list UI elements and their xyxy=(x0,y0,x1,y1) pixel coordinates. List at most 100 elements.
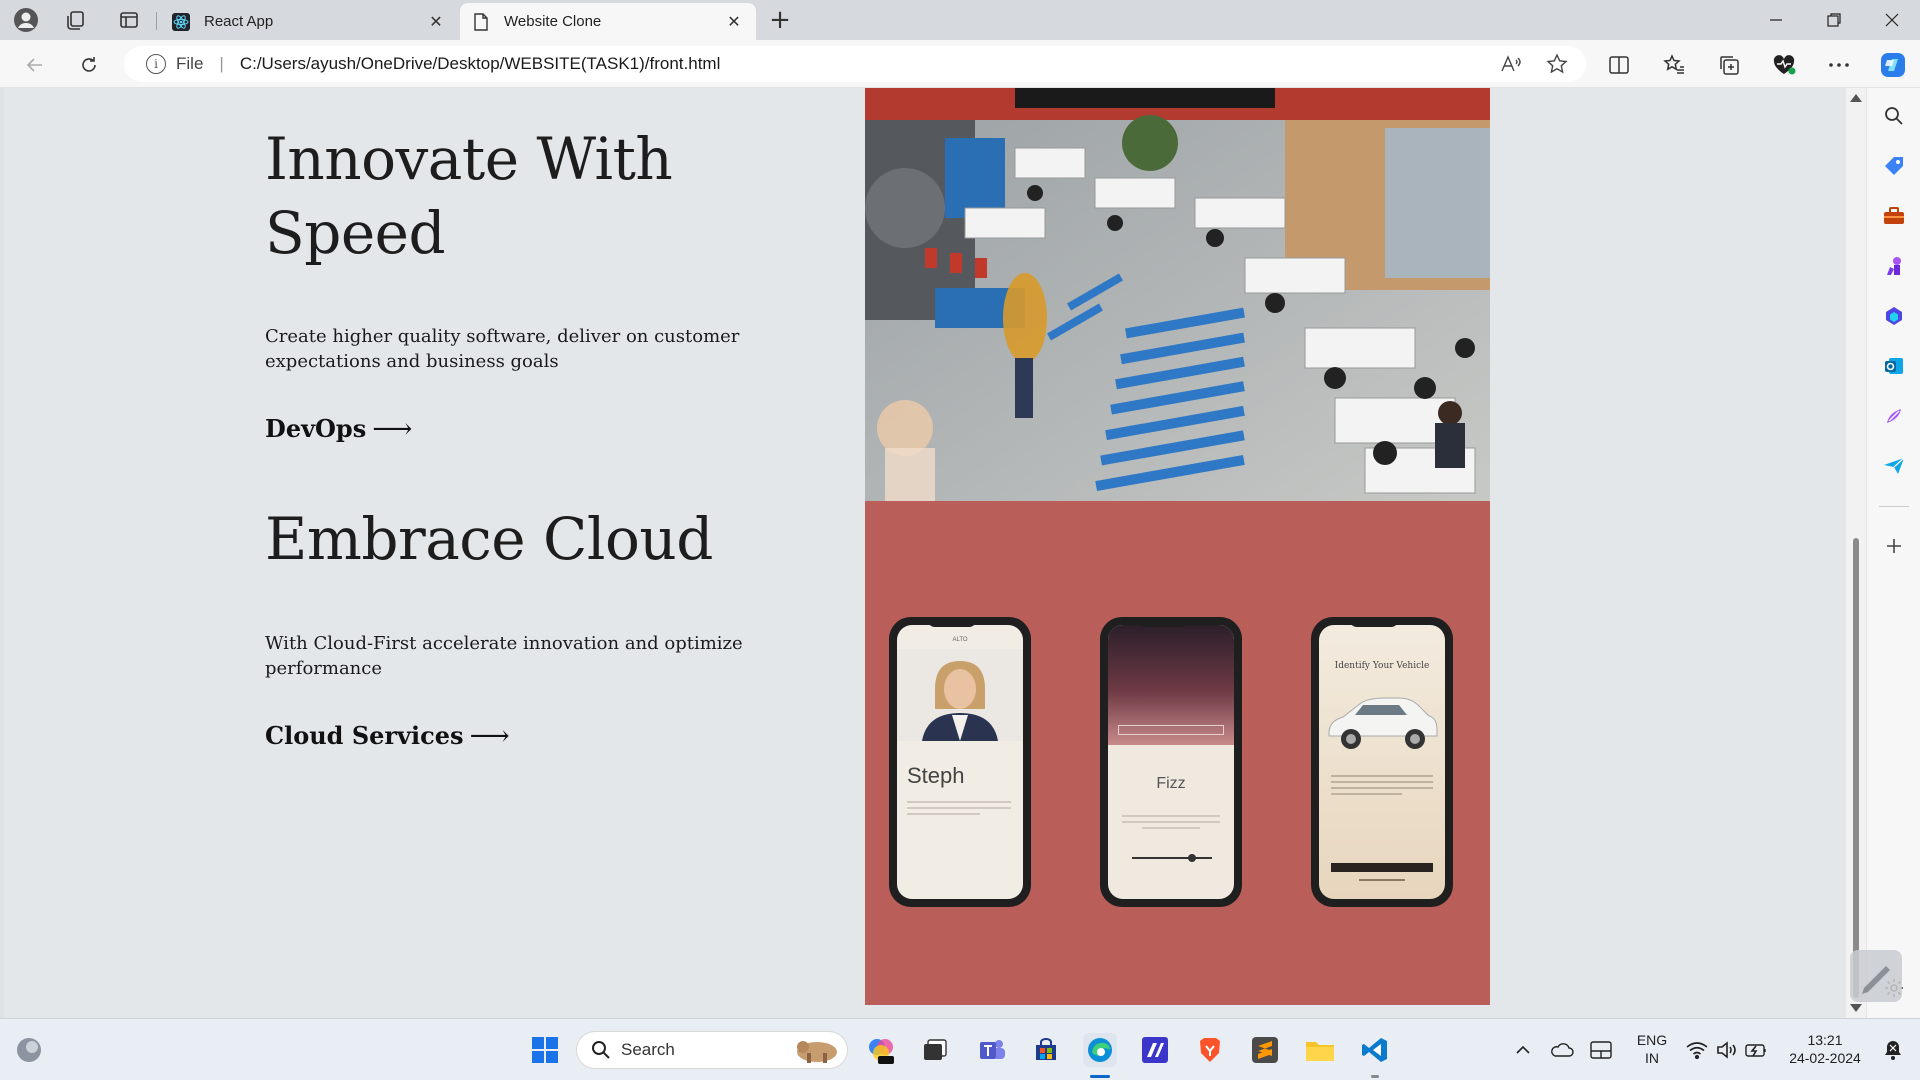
close-window-button[interactable] xyxy=(1864,0,1920,40)
react-icon xyxy=(172,12,190,31)
refresh-button[interactable] xyxy=(72,48,106,82)
read-aloud-icon[interactable] xyxy=(1494,47,1528,81)
heading-line: Embrace Cloud xyxy=(265,505,713,573)
page-viewport: Innovate With Speed Create higher qualit… xyxy=(4,88,1846,1018)
microsoft-365-icon[interactable] xyxy=(1880,302,1908,330)
workspaces-icon[interactable] xyxy=(60,4,92,36)
heading-line: Speed xyxy=(265,199,446,267)
search-icon xyxy=(591,1040,611,1060)
office-photo xyxy=(865,88,1490,501)
search-highlight-icon xyxy=(793,1035,839,1065)
games-icon[interactable] xyxy=(1880,252,1908,280)
clock[interactable]: 13:21 24-02-2024 xyxy=(1780,1031,1870,1067)
weather-widget-icon[interactable] xyxy=(12,1033,46,1067)
info-icon[interactable]: i xyxy=(146,54,166,74)
minimize-button[interactable] xyxy=(1748,0,1804,40)
app-showcase-panel: ALTO Steph Fizz Identify Your Vehicle xyxy=(865,501,1490,1005)
scroll-down-arrow[interactable] xyxy=(1850,1004,1862,1012)
tab-label: React App xyxy=(204,13,274,30)
scheme-label: File xyxy=(176,54,204,73)
section-description-devops: Create higher quality software, deliver … xyxy=(265,326,740,372)
edge-sidebar xyxy=(1866,88,1920,1018)
clock-date: 24-02-2024 xyxy=(1789,1050,1861,1066)
section-heading-cloud: Embrace Cloud xyxy=(265,502,713,576)
sidebar-divider xyxy=(1879,506,1909,507)
edge-browser-icon[interactable] xyxy=(1083,1033,1117,1067)
favorite-star-icon[interactable] xyxy=(1540,47,1574,81)
tab-bar: React App ✕ Website Clone ✕ + xyxy=(0,0,1920,40)
shopping-tag-icon[interactable] xyxy=(1880,152,1908,180)
send-icon[interactable] xyxy=(1880,452,1908,480)
task-view-icon[interactable] xyxy=(918,1033,952,1067)
more-options-icon[interactable] xyxy=(1822,48,1856,82)
phone-screen: ALTO Steph xyxy=(897,625,1023,899)
cloud-services-link[interactable]: Cloud Services ⟶ xyxy=(265,719,510,752)
volume-icon[interactable] xyxy=(1710,1033,1744,1067)
tab-react-app[interactable]: React App ✕ xyxy=(160,3,458,40)
search-icon[interactable] xyxy=(1880,102,1908,130)
notifications-icon[interactable] xyxy=(1876,1033,1910,1067)
progress-bar xyxy=(1132,857,1212,859)
windows-start-icon[interactable] xyxy=(528,1033,562,1067)
screen-title: Identify Your Vehicle xyxy=(1334,661,1430,671)
copilot-icon[interactable] xyxy=(1876,48,1910,82)
profile-text-lines xyxy=(907,801,1011,815)
sublime-text-icon[interactable] xyxy=(1248,1033,1282,1067)
tablet-mode-icon[interactable] xyxy=(1584,1033,1618,1067)
favorites-icon[interactable] xyxy=(1657,48,1691,82)
new-tab-button[interactable]: + xyxy=(766,5,794,35)
browser-toolbar: i File | C:/Users/ayush/OneDrive/Desktop… xyxy=(0,40,1920,88)
battery-charging-icon[interactable] xyxy=(1740,1033,1774,1067)
tab-website-clone[interactable]: Website Clone ✕ xyxy=(460,3,756,40)
scroll-up-arrow[interactable] xyxy=(1850,94,1862,102)
url-text[interactable]: C:/Users/ayush/OneDrive/Desktop/WEBSITE(… xyxy=(240,54,1494,74)
phone-notch xyxy=(927,617,977,627)
page-scrollbar[interactable] xyxy=(1846,88,1866,1018)
wifi-icon[interactable] xyxy=(1680,1033,1714,1067)
collections-icon[interactable] xyxy=(1712,48,1746,82)
search-label: Search xyxy=(621,1040,675,1059)
track-text-lines xyxy=(1122,815,1220,829)
designer-icon[interactable] xyxy=(1880,402,1908,430)
code-editor-icon[interactable] xyxy=(1138,1033,1172,1067)
address-divider: | xyxy=(219,54,224,73)
phone-mockup: Identify Your Vehicle xyxy=(1311,617,1453,907)
microsoft-store-icon[interactable] xyxy=(1029,1033,1063,1067)
app-logo-text: ALTO xyxy=(952,637,968,643)
vertical-tabs-icon[interactable] xyxy=(113,4,145,36)
teams-icon[interactable] xyxy=(975,1033,1009,1067)
vscode-icon[interactable] xyxy=(1358,1033,1392,1067)
floating-pen-widget[interactable] xyxy=(1850,950,1902,1002)
close-tab-icon[interactable]: ✕ xyxy=(426,12,446,32)
restore-button[interactable] xyxy=(1806,0,1862,40)
outlook-icon[interactable] xyxy=(1880,352,1908,380)
phone-mockup: ALTO Steph xyxy=(889,617,1031,907)
onedrive-icon[interactable] xyxy=(1545,1033,1579,1067)
phone-notch xyxy=(1349,617,1399,627)
copilot-preview-icon[interactable] xyxy=(864,1033,898,1067)
tools-icon[interactable] xyxy=(1880,202,1908,230)
file-explorer-icon[interactable] xyxy=(1303,1033,1337,1067)
profile-icon[interactable] xyxy=(10,4,42,36)
address-bar[interactable]: i File | C:/Users/ayush/OneDrive/Desktop… xyxy=(124,46,1586,82)
devops-link[interactable]: DevOps ⟶ xyxy=(265,412,412,445)
active-app-indicator xyxy=(1090,1075,1110,1078)
phone-notch xyxy=(1138,617,1188,627)
profile-name: Steph xyxy=(907,763,965,788)
windows-taskbar: Search ENG IN 13:21 24-02-2024 xyxy=(0,1018,1920,1080)
add-sidebar-app-icon[interactable] xyxy=(1880,532,1908,560)
language-indicator[interactable]: ENG IN xyxy=(1634,1031,1670,1067)
scrollbar-thumb[interactable] xyxy=(1853,538,1859,998)
taskbar-search[interactable]: Search xyxy=(576,1031,848,1069)
browser-essentials-icon[interactable] xyxy=(1767,48,1801,82)
brave-browser-icon[interactable] xyxy=(1193,1033,1227,1067)
split-screen-icon[interactable] xyxy=(1602,48,1636,82)
open-app-indicator xyxy=(1371,1075,1379,1078)
car-image xyxy=(1328,697,1438,749)
show-hidden-icons-chevron[interactable] xyxy=(1506,1033,1540,1067)
back-button[interactable] xyxy=(18,48,52,82)
arrow-right-icon: ⟶ xyxy=(372,412,413,445)
section-heading-devops: Innovate With Speed xyxy=(265,122,673,270)
profile-photo xyxy=(897,649,1023,741)
close-tab-icon[interactable]: ✕ xyxy=(724,12,744,32)
